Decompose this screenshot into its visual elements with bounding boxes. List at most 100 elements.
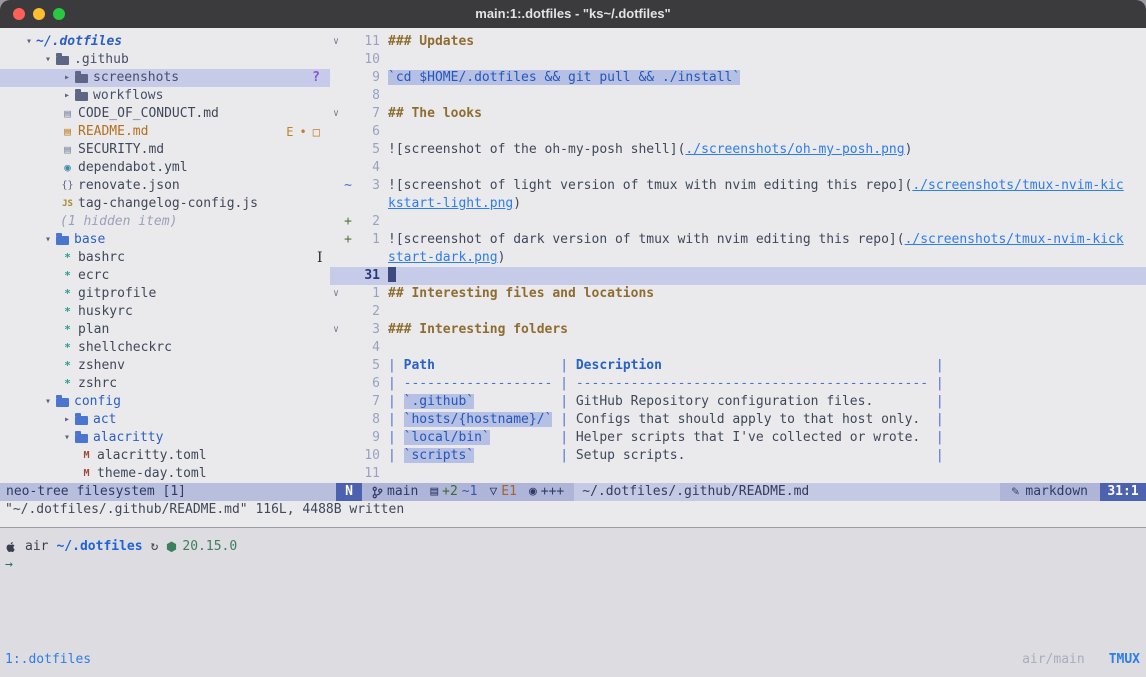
tree-item-huskyrc[interactable]: *huskyrc: [0, 303, 330, 321]
sign-column: [342, 33, 354, 51]
tree-item-label: bashrc: [78, 249, 125, 267]
apple-icon: [5, 540, 17, 554]
editor-line[interactable]: ∨11### Updates: [330, 33, 1146, 51]
line-number: 6: [354, 123, 380, 141]
file-icon: M: [79, 447, 94, 465]
tree-item-shellcheckrc[interactable]: *shellcheckrc: [0, 339, 330, 357]
editor-line[interactable]: 8| `hosts/{hostname}/` | Configs that sh…: [330, 411, 1146, 429]
tree-item--.dotfiles[interactable]: ▾~/.dotfiles: [0, 33, 330, 51]
chevron-down-icon[interactable]: ▾: [41, 393, 55, 411]
terminal-content: ▾~/.dotfiles▾.github▸screenshots?▸workfl…: [0, 28, 1146, 677]
minimize-button[interactable]: [33, 8, 45, 20]
chevron-right-icon[interactable]: ▸: [60, 87, 74, 105]
chevron-down-icon[interactable]: ▾: [60, 429, 74, 447]
tree-item-code-of-conduct.md[interactable]: ▤CODE_OF_CONDUCT.md: [0, 105, 330, 123]
editor-line[interactable]: 10| `scripts` | Setup scripts. |: [330, 447, 1146, 465]
tree-item-label: dependabot.yml: [78, 159, 188, 177]
tree-item-dependabot.yml[interactable]: ◉dependabot.yml: [0, 159, 330, 177]
tree-item-plan[interactable]: *plan: [0, 321, 330, 339]
editor-line[interactable]: ∨1## Interesting files and locations: [330, 285, 1146, 303]
editor-line[interactable]: 9`cd $HOME/.dotfiles && git pull && ./in…: [330, 69, 1146, 87]
tree-item-readme.md[interactable]: ▤README.mdE•□: [0, 123, 330, 141]
fold-column: [330, 159, 342, 177]
editor-line[interactable]: ∨7## The looks: [330, 105, 1146, 123]
shell-pane[interactable]: air ~/.dotfiles ↻ 20.15.0 → 1:.dotfiles …: [0, 528, 1146, 677]
fullscreen-button[interactable]: [53, 8, 65, 20]
tree-item-gitprofile[interactable]: *gitprofile: [0, 285, 330, 303]
line-number: 8: [354, 87, 380, 105]
tree-item-screenshots[interactable]: ▸screenshots?: [0, 69, 330, 87]
mouse-cursor: I: [317, 250, 325, 267]
editor-line[interactable]: 5| Path | Description |: [330, 357, 1146, 375]
editor-line[interactable]: 4: [330, 159, 1146, 177]
fold-column: [330, 267, 342, 285]
editor-line[interactable]: 8: [330, 87, 1146, 105]
tmux-window-tab[interactable]: 1:.dotfiles: [5, 651, 91, 669]
tree-item-act[interactable]: ▸act: [0, 411, 330, 429]
tree-item-.github[interactable]: ▾ .github: [0, 51, 330, 69]
editor-line[interactable]: ~3![screenshot of light version of tmux …: [330, 177, 1146, 195]
tree-item-alacritty[interactable]: ▾alacritty: [0, 429, 330, 447]
line-number: 5: [354, 141, 380, 159]
tree-item-base[interactable]: ▾base: [0, 231, 330, 249]
tree-item-zshrc[interactable]: *zshrc: [0, 375, 330, 393]
sign-column: [342, 393, 354, 411]
command-line-message: "~/.dotfiles/.github/README.md" 116L, 44…: [0, 501, 1146, 519]
line-number: 8: [354, 411, 380, 429]
sign-column: [342, 267, 354, 285]
editor-line[interactable]: 11: [330, 465, 1146, 483]
tree-item--1-hidden-item-[interactable]: (1 hidden item): [0, 213, 330, 231]
line-text: [380, 213, 1146, 231]
editor-line[interactable]: 6: [330, 123, 1146, 141]
chevron-down-icon[interactable]: ▾: [41, 51, 55, 69]
prompt-directory: ~/.dotfiles: [56, 538, 142, 556]
editor-line[interactable]: 6| ------------------- | ---------------…: [330, 375, 1146, 393]
line-number: 7: [354, 393, 380, 411]
git-sign-add: +: [342, 231, 354, 249]
prompt-arrow[interactable]: →: [5, 556, 13, 574]
editor-line[interactable]: 31: [330, 267, 1146, 285]
tree-item-alacritty.toml[interactable]: Malacritty.toml: [0, 447, 330, 465]
tmux-status-right: air/main TMUX: [1022, 651, 1140, 669]
tree-item-zshenv[interactable]: *zshenv: [0, 357, 330, 375]
sign-column: [342, 339, 354, 357]
line-text: [380, 123, 1146, 141]
fold-column: [330, 465, 342, 483]
tree-item-ecrc[interactable]: *ecrc: [0, 267, 330, 285]
diagnostics-count: E1: [501, 483, 517, 501]
sign-column: [342, 447, 354, 465]
tree-item-tag-changelog-config.js[interactable]: JStag-changelog-config.js: [0, 195, 330, 213]
editor-line[interactable]: 5![screenshot of the oh-my-posh shell](.…: [330, 141, 1146, 159]
pencil-icon: ✎: [1012, 483, 1020, 501]
tree-item-security.md[interactable]: ▤SECURITY.md: [0, 141, 330, 159]
editor-line[interactable]: +2: [330, 213, 1146, 231]
line-text: [380, 267, 1146, 285]
editor-line[interactable]: +1![screenshot of dark version of tmux w…: [330, 231, 1146, 249]
line-text: [380, 465, 1146, 483]
fold-column: [330, 195, 342, 213]
tree-item-label: shellcheckrc: [78, 339, 172, 357]
line-number: 3: [354, 321, 380, 339]
editor-line[interactable]: 9| `local/bin` | Helper scripts that I'v…: [330, 429, 1146, 447]
editor-line[interactable]: start-dark.png): [330, 249, 1146, 267]
editor-line[interactable]: 4: [330, 339, 1146, 357]
chevron-down-icon[interactable]: ▾: [22, 33, 36, 51]
sign-column: [342, 141, 354, 159]
tree-item-bashrc[interactable]: *bashrc: [0, 249, 330, 267]
tree-item-config[interactable]: ▾config: [0, 393, 330, 411]
tree-item-workflows[interactable]: ▸workflows: [0, 87, 330, 105]
chevron-right-icon[interactable]: ▸: [60, 411, 74, 429]
editor-line[interactable]: 2: [330, 303, 1146, 321]
editor-line[interactable]: 10: [330, 51, 1146, 69]
tree-item-renovate.json[interactable]: {}renovate.json: [0, 177, 330, 195]
editor-line[interactable]: kstart-light.png): [330, 195, 1146, 213]
tmux-label: TMUX: [1109, 651, 1140, 669]
editor-line[interactable]: ∨3### Interesting folders: [330, 321, 1146, 339]
chevron-right-icon[interactable]: ▸: [60, 69, 74, 87]
chevron-down-icon[interactable]: ▾: [41, 231, 55, 249]
editor-line[interactable]: 7| `.github` | GitHub Repository configu…: [330, 393, 1146, 411]
tree-item-theme-day.toml[interactable]: Mtheme-day.toml: [0, 465, 330, 483]
tree-item-label: .github: [74, 51, 129, 69]
node-hexagon-icon: [166, 541, 177, 553]
close-button[interactable]: [13, 8, 25, 20]
